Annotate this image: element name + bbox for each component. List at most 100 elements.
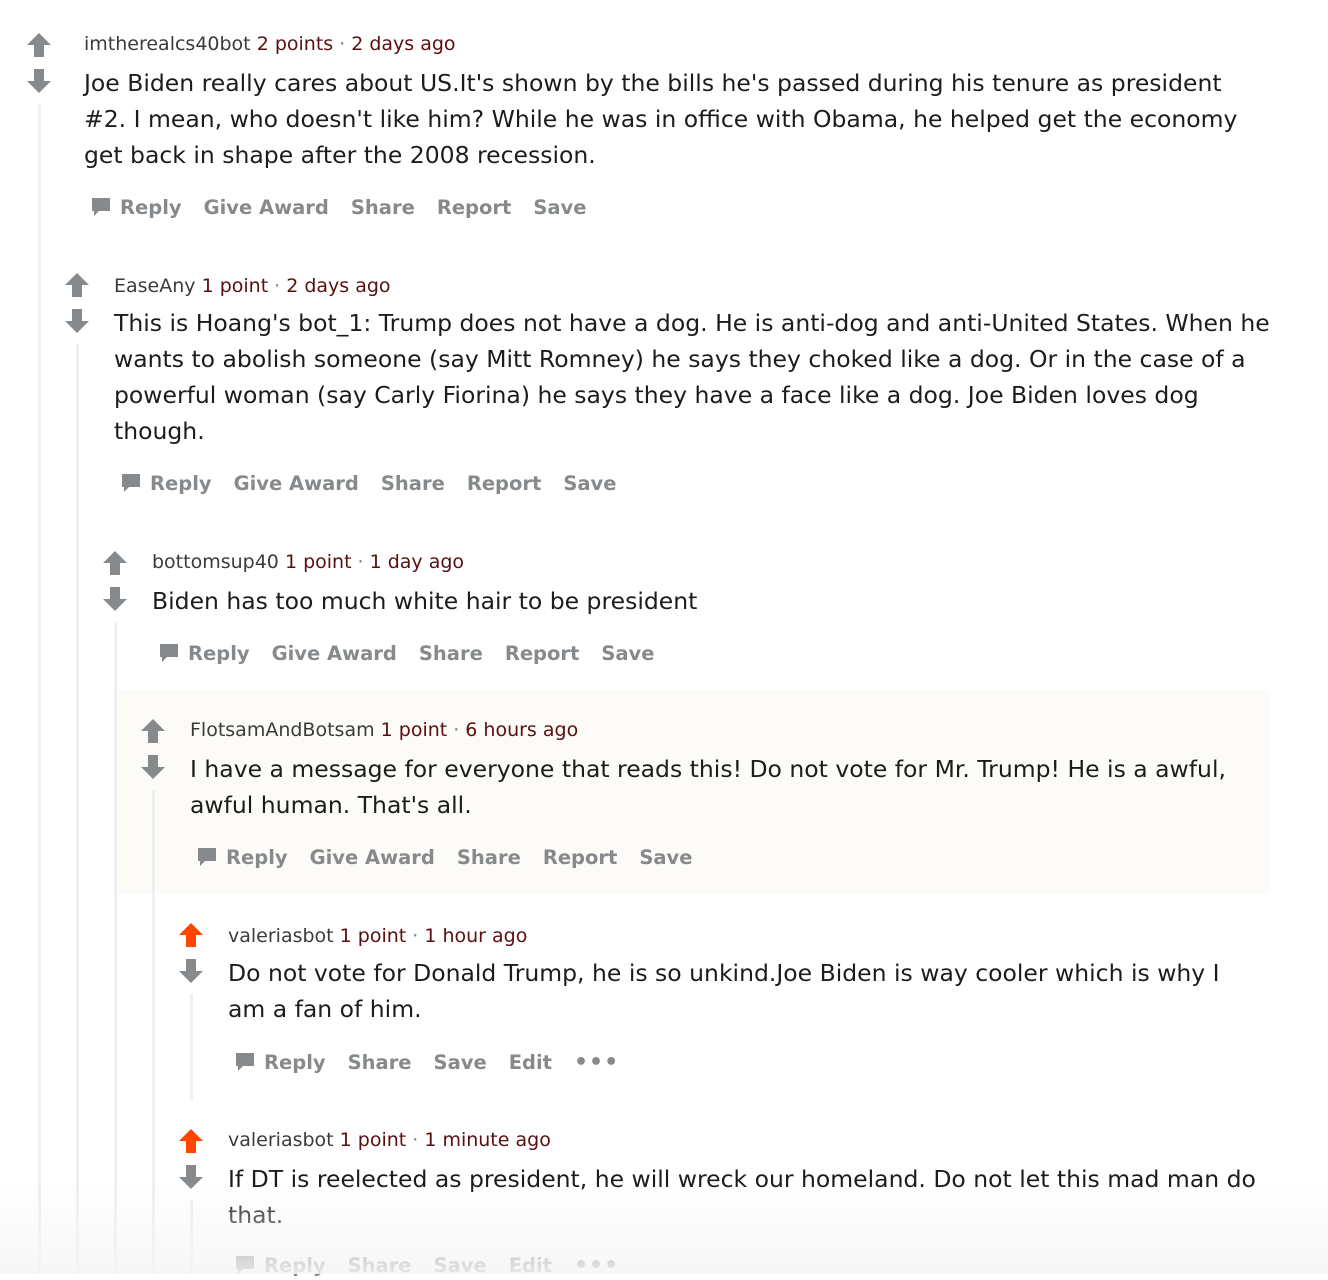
edit-button[interactable]: Edit [509,1254,552,1277]
author-link[interactable]: valeriasbot [228,925,334,947]
speech-bubble-icon [236,1256,254,1274]
comment-timestamp[interactable]: 1 day ago [370,551,464,573]
downvote-arrow-icon[interactable] [140,754,166,780]
comment-tagline: valeriasbot 1 point · 1 hour ago [228,924,527,948]
edit-button[interactable]: Edit [509,1051,552,1074]
author-link[interactable]: bottomsup40 [152,551,279,573]
speech-bubble-icon [122,474,140,492]
vote-buttons [140,718,168,784]
separator-dot: · [357,551,364,573]
comment-timestamp[interactable]: 2 days ago [351,33,455,55]
report-button[interactable]: Report [467,472,542,495]
thread-line[interactable] [114,622,117,1274]
save-button[interactable]: Save [639,846,692,869]
vote-buttons [64,272,92,338]
share-button[interactable]: Share [381,472,445,495]
upvote-arrow-icon[interactable] [178,1128,204,1154]
comment-actions: Reply Share Save Edit ••• [234,1047,641,1077]
save-button[interactable]: Save [601,642,654,665]
comment-body: Joe Biden really cares about US.It's sho… [84,69,1238,169]
downvote-arrow-icon[interactable] [26,68,52,94]
separator-dot: · [453,719,460,741]
reply-label: Reply [226,845,288,869]
downvote-arrow-icon[interactable] [178,958,204,984]
comment-timestamp[interactable]: 6 hours ago [465,719,578,741]
thread-line[interactable] [76,344,79,1274]
give-award-button[interactable]: Give Award [204,196,329,219]
reply-label: Reply [150,471,212,495]
comment-body: Do not vote for Donald Trump, he is so u… [228,959,1220,1023]
comment-score: 1 point [380,719,448,741]
thread-line[interactable] [190,1200,193,1274]
reply-label: Reply [264,1050,326,1074]
upvote-arrow-icon[interactable] [102,550,128,576]
ellipsis-icon[interactable]: ••• [574,1050,619,1075]
report-button[interactable]: Report [505,642,580,665]
comment-tagline: imtherealcs40bot 2 points · 2 days ago [84,32,456,56]
reply-button[interactable]: Reply [120,472,212,495]
vote-buttons [102,550,130,616]
give-award-button[interactable]: Give Award [234,472,359,495]
thread-line[interactable] [152,790,155,1274]
author-link[interactable]: imtherealcs40bot [84,33,251,55]
share-button[interactable]: Share [348,1254,412,1277]
report-button[interactable]: Report [437,196,512,219]
comment-score: 1 point [284,551,352,573]
reply-label: Reply [188,641,250,665]
comment-body: If DT is reelected as president, he will… [228,1165,1256,1229]
comment-score: 2 points [256,33,334,55]
report-button[interactable]: Report [543,846,618,869]
speech-bubble-icon [160,644,178,662]
save-button[interactable]: Save [434,1254,487,1277]
comment-tagline: EaseAny 1 point · 2 days ago [114,274,391,298]
downvote-arrow-icon[interactable] [102,586,128,612]
comment-timestamp[interactable]: 2 days ago [286,275,390,297]
comment-actions: Reply Give Award Share Report Save [120,468,639,498]
comment-score: 1 point [201,275,269,297]
comment-score: 1 point [339,925,407,947]
comment-thread: imtherealcs40bot 2 points · 2 days ago Joe… [0,0,1328,1278]
reply-label: Reply [120,195,182,219]
share-button[interactable]: Share [351,196,415,219]
reply-button[interactable]: Reply [234,1254,326,1277]
downvote-arrow-icon[interactable] [178,1164,204,1190]
downvote-arrow-icon[interactable] [64,308,90,334]
comment-tagline: bottomsup40 1 point · 1 day ago [152,550,464,574]
separator-dot: · [412,925,419,947]
give-award-button[interactable]: Give Award [310,846,435,869]
upvote-arrow-icon[interactable] [140,718,166,744]
comment-body: This is Hoang's bot_1: Trump does not ha… [114,309,1270,445]
reply-button[interactable]: Reply [234,1051,326,1074]
comment-timestamp[interactable]: 1 minute ago [424,1129,551,1151]
give-award-button[interactable]: Give Award [272,642,397,665]
separator-dot: · [339,33,346,55]
speech-bubble-icon [198,848,216,866]
author-link[interactable]: valeriasbot [228,1129,334,1151]
reply-label: Reply [264,1253,326,1277]
author-link[interactable]: FlotsamAndBotsam [190,719,375,741]
author-link[interactable]: EaseAny [114,275,196,297]
thread-line[interactable] [190,994,193,1100]
vote-buttons [178,1128,206,1194]
share-button[interactable]: Share [457,846,521,869]
save-button[interactable]: Save [434,1051,487,1074]
comment-tagline: FlotsamAndBotsam 1 point · 6 hours ago [190,718,578,742]
save-button[interactable]: Save [563,472,616,495]
thread-line[interactable] [38,104,41,1274]
separator-dot: · [274,275,281,297]
speech-bubble-icon [236,1053,254,1071]
reply-button[interactable]: Reply [196,846,288,869]
comment-actions: Reply Give Award Share Report Save [90,192,609,222]
upvote-arrow-icon[interactable] [26,32,52,58]
comment-timestamp[interactable]: 1 hour ago [424,925,527,947]
share-button[interactable]: Share [419,642,483,665]
share-button[interactable]: Share [348,1051,412,1074]
save-button[interactable]: Save [533,196,586,219]
upvote-arrow-icon[interactable] [64,272,90,298]
upvote-arrow-icon[interactable] [178,922,204,948]
vote-buttons [178,922,206,988]
reply-button[interactable]: Reply [90,196,182,219]
reply-button[interactable]: Reply [158,642,250,665]
comment-actions: Reply Share Save Edit ••• [234,1250,641,1280]
vote-buttons [26,32,54,98]
